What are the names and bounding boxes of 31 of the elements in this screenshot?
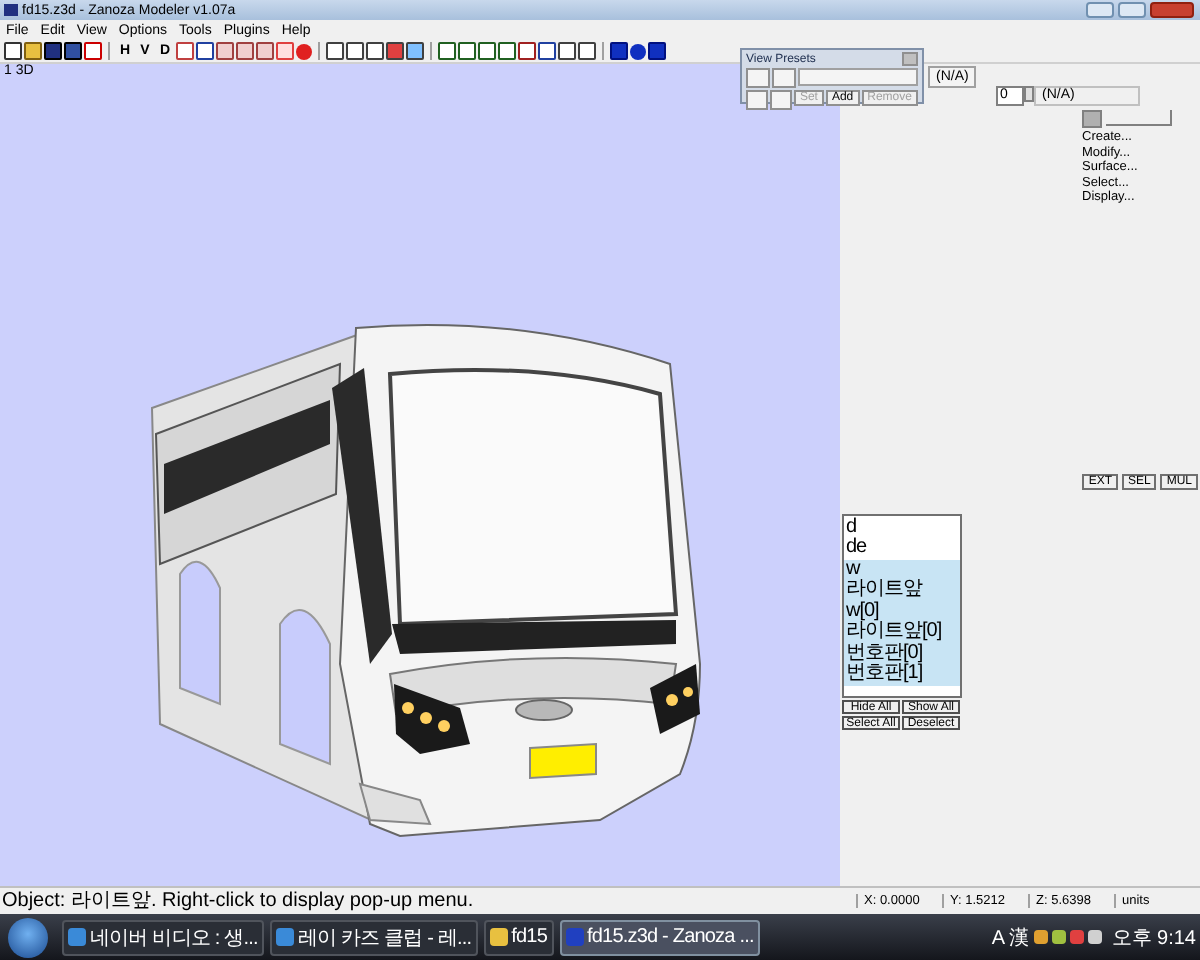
sphere-icon[interactable]: [296, 43, 312, 59]
app-icon: [4, 4, 18, 16]
object-list-item[interactable]: w: [844, 559, 960, 581]
object-list-item[interactable]: d: [844, 517, 960, 539]
object-list-item[interactable]: 번호판[0]: [844, 643, 960, 665]
start-button[interactable]: [8, 917, 48, 957]
preset-slot[interactable]: [769, 90, 792, 110]
preset-dropdown[interactable]: [798, 68, 918, 86]
object-list-item[interactable]: 라이트앞[0]: [844, 622, 960, 644]
preset-slot[interactable]: [746, 68, 770, 88]
minimize-button[interactable]: [1086, 2, 1114, 18]
object-list[interactable]: d de w 라이트앞 w[0] 라이트앞[0] 번호판[0] 번호판[1]: [842, 513, 962, 698]
browser-icon: [68, 928, 86, 946]
ime-indicator[interactable]: A 漢: [991, 923, 1030, 951]
taskbar-button[interactable]: 네이버 비디오 : 생...: [62, 919, 264, 955]
maximize-button[interactable]: [1118, 2, 1146, 18]
object-list-item[interactable]: 라이트앞: [844, 580, 960, 602]
app-icon: [565, 928, 584, 946]
clock: 오후 9:14: [1111, 925, 1196, 951]
folder-icon: [489, 928, 508, 946]
object-list-item[interactable]: w[0]: [844, 601, 960, 623]
taskbar-button[interactable]: fd15.z3d - Zanoza ...: [559, 919, 760, 955]
taskbar-button[interactable]: fd15: [483, 919, 554, 955]
browser-icon: [275, 928, 294, 946]
taskbar-button[interactable]: 레이 카즈 클럽 - 레...: [269, 919, 478, 955]
preset-slot[interactable]: [746, 90, 768, 110]
preset-slot[interactable]: [772, 68, 796, 88]
object-list-item[interactable]: de: [844, 538, 960, 560]
status-message: Object: 라이트앞. Right-click to display pop-up menu.: [0, 889, 476, 913]
object-list-item[interactable]: 번호판[1]: [844, 664, 960, 686]
sphere-icon[interactable]: [630, 43, 646, 59]
